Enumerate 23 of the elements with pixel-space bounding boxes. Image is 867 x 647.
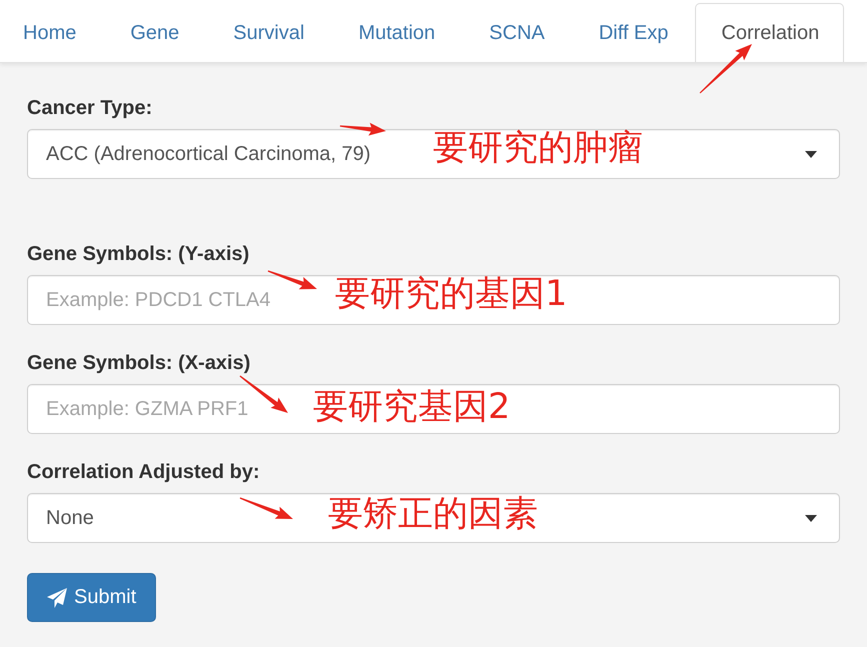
annotation-arrow: [700, 44, 752, 94]
annotation-arrow: [240, 497, 293, 519]
nav-tab[interactable]: Survival: [206, 3, 332, 62]
caret-icon: [805, 514, 817, 522]
field-label: Correlation Adjusted by:: [27, 460, 260, 485]
annotation-arrow: [268, 270, 317, 290]
nav-tab[interactable]: Correlation: [695, 3, 844, 62]
nav-tab[interactable]: Home: [0, 3, 104, 62]
caret-icon: [805, 150, 817, 158]
annotation-text: 要研究的基因1: [335, 277, 568, 312]
submit-button[interactable]: Submit: [27, 573, 156, 622]
nav-tab[interactable]: Diff Exp: [572, 3, 696, 62]
annotation-text: 要研究基因2: [313, 390, 510, 425]
nav-tab[interactable]: SCNA: [462, 3, 572, 62]
field-label: Gene Symbols: (X-axis): [27, 351, 250, 376]
annotation-text: 要研究的肿瘤: [433, 131, 643, 166]
nav-tab[interactable]: Gene: [103, 3, 206, 62]
annotation-text: 要矫正的因素: [328, 497, 538, 532]
field-label: Gene Symbols: (Y-axis): [27, 242, 250, 267]
annotation-arrow: [340, 122, 386, 136]
nav-tab[interactable]: Mutation: [331, 3, 462, 62]
field-label: Cancer Type:: [27, 96, 152, 121]
paper-plane-icon: [47, 588, 67, 608]
